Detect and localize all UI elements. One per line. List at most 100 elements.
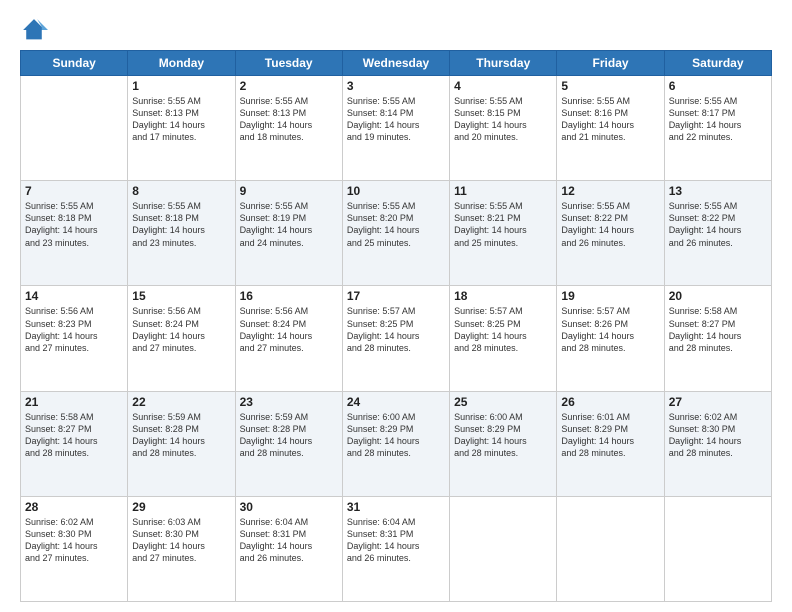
calendar-cell: 31 Sunrise: 6:04 AMSunset: 8:31 PMDayligh… [342,496,449,601]
cell-info: Sunrise: 5:57 AMSunset: 8:25 PMDaylight:… [347,305,445,354]
cell-info: Sunrise: 5:58 AMSunset: 8:27 PMDaylight:… [669,305,767,354]
cell-info: Sunrise: 5:55 AMSunset: 8:14 PMDaylight:… [347,95,445,144]
cell-info: Sunrise: 5:55 AMSunset: 8:16 PMDaylight:… [561,95,659,144]
calendar-week-row: 21 Sunrise: 5:58 AMSunset: 8:27 PMDayligh… [21,391,772,496]
calendar-cell: 21 Sunrise: 5:58 AMSunset: 8:27 PMDayligh… [21,391,128,496]
calendar-day-header: Saturday [664,51,771,76]
calendar-cell [450,496,557,601]
day-number: 25 [454,395,552,409]
calendar-cell: 27Sunrise: 6:02 AMSunset: 8:30 PMDayligh… [664,391,771,496]
day-number: 1 [132,79,230,93]
day-number: 9 [240,184,338,198]
day-number: 22 [132,395,230,409]
calendar-week-row: 14 Sunrise: 5:56 AMSunset: 8:23 PMDayligh… [21,286,772,391]
day-number: 30 [240,500,338,514]
day-number: 19 [561,289,659,303]
cell-info: Sunrise: 5:55 AMSunset: 8:17 PMDaylight:… [669,95,767,144]
calendar-cell: 2Sunrise: 5:55 AMSunset: 8:13 PMDaylight… [235,76,342,181]
cell-info: Sunrise: 5:55 AMSunset: 8:15 PMDaylight:… [454,95,552,144]
calendar-table: SundayMondayTuesdayWednesdayThursdayFrid… [20,50,772,602]
cell-info: Sunrise: 6:02 AMSunset: 8:30 PMDaylight:… [669,411,767,460]
calendar-day-header: Tuesday [235,51,342,76]
day-number: 31 [347,500,445,514]
calendar-cell: 7Sunrise: 5:55 AMSunset: 8:18 PMDaylight… [21,181,128,286]
day-number: 21 [25,395,123,409]
calendar-cell: 15 Sunrise: 5:56 AMSunset: 8:24 PMDayligh… [128,286,235,391]
day-number: 4 [454,79,552,93]
cell-info: Sunrise: 5:55 AMSunset: 8:21 PMDaylight:… [454,200,552,249]
calendar-cell: 16 Sunrise: 5:56 AMSunset: 8:24 PMDayligh… [235,286,342,391]
calendar-cell: 30 Sunrise: 6:04 AMSunset: 8:31 PMDayligh… [235,496,342,601]
calendar-cell: 28Sunrise: 6:02 AMSunset: 8:30 PMDayligh… [21,496,128,601]
cell-info: Sunrise: 5:55 AMSunset: 8:20 PMDaylight:… [347,200,445,249]
cell-info: Sunrise: 5:59 AMSunset: 8:28 PMDaylight:… [240,411,338,460]
day-number: 5 [561,79,659,93]
day-number: 15 [132,289,230,303]
cell-info: Sunrise: 5:57 AMSunset: 8:26 PMDaylight:… [561,305,659,354]
calendar-cell: 19 Sunrise: 5:57 AMSunset: 8:26 PMDayligh… [557,286,664,391]
calendar-cell: 8 Sunrise: 5:55 AMSunset: 8:18 PMDaylight… [128,181,235,286]
cell-info: Sunrise: 6:03 AMSunset: 8:30 PMDaylight:… [132,516,230,565]
calendar-day-header: Monday [128,51,235,76]
day-number: 18 [454,289,552,303]
day-number: 23 [240,395,338,409]
calendar-cell: 18Sunrise: 5:57 AMSunset: 8:25 PMDayligh… [450,286,557,391]
calendar-cell: 9 Sunrise: 5:55 AMSunset: 8:19 PMDaylight… [235,181,342,286]
calendar-cell: 29Sunrise: 6:03 AMSunset: 8:30 PMDayligh… [128,496,235,601]
calendar-cell: 26Sunrise: 6:01 AMSunset: 8:29 PMDayligh… [557,391,664,496]
cell-info: Sunrise: 5:55 AMSunset: 8:13 PMDaylight:… [132,95,230,144]
logo [20,16,52,44]
calendar-cell: 6 Sunrise: 5:55 AMSunset: 8:17 PMDaylight… [664,76,771,181]
calendar-day-header: Thursday [450,51,557,76]
calendar-day-header: Wednesday [342,51,449,76]
calendar-cell: 10 Sunrise: 5:55 AMSunset: 8:20 PMDayligh… [342,181,449,286]
page: SundayMondayTuesdayWednesdayThursdayFrid… [0,0,792,612]
logo-icon [20,16,48,44]
calendar-cell: 24 Sunrise: 6:00 AMSunset: 8:29 PMDayligh… [342,391,449,496]
cell-info: Sunrise: 6:04 AMSunset: 8:31 PMDaylight:… [240,516,338,565]
day-number: 13 [669,184,767,198]
header [20,16,772,44]
cell-info: Sunrise: 5:58 AMSunset: 8:27 PMDaylight:… [25,411,123,460]
day-number: 6 [669,79,767,93]
day-number: 24 [347,395,445,409]
day-number: 14 [25,289,123,303]
cell-info: Sunrise: 5:56 AMSunset: 8:24 PMDaylight:… [132,305,230,354]
calendar-week-row: 7Sunrise: 5:55 AMSunset: 8:18 PMDaylight… [21,181,772,286]
calendar-cell: 11 Sunrise: 5:55 AMSunset: 8:21 PMDayligh… [450,181,557,286]
day-number: 20 [669,289,767,303]
day-number: 10 [347,184,445,198]
day-number: 12 [561,184,659,198]
cell-info: Sunrise: 5:56 AMSunset: 8:24 PMDaylight:… [240,305,338,354]
day-number: 11 [454,184,552,198]
day-number: 3 [347,79,445,93]
calendar-cell: 20 Sunrise: 5:58 AMSunset: 8:27 PMDayligh… [664,286,771,391]
calendar-day-header: Friday [557,51,664,76]
cell-info: Sunrise: 5:55 AMSunset: 8:18 PMDaylight:… [25,200,123,249]
day-number: 17 [347,289,445,303]
calendar-cell: 4 Sunrise: 5:55 AMSunset: 8:15 PMDaylight… [450,76,557,181]
calendar-cell: 17 Sunrise: 5:57 AMSunset: 8:25 PMDayligh… [342,286,449,391]
calendar-week-row: 28Sunrise: 6:02 AMSunset: 8:30 PMDayligh… [21,496,772,601]
cell-info: Sunrise: 5:55 AMSunset: 8:22 PMDaylight:… [561,200,659,249]
cell-info: Sunrise: 5:55 AMSunset: 8:18 PMDaylight:… [132,200,230,249]
calendar-cell: 14 Sunrise: 5:56 AMSunset: 8:23 PMDayligh… [21,286,128,391]
day-number: 28 [25,500,123,514]
calendar-cell: 3 Sunrise: 5:55 AMSunset: 8:14 PMDaylight… [342,76,449,181]
day-number: 16 [240,289,338,303]
cell-info: Sunrise: 5:56 AMSunset: 8:23 PMDaylight:… [25,305,123,354]
calendar-cell: 5 Sunrise: 5:55 AMSunset: 8:16 PMDaylight… [557,76,664,181]
calendar-cell: 25 Sunrise: 6:00 AMSunset: 8:29 PMDayligh… [450,391,557,496]
cell-info: Sunrise: 6:00 AMSunset: 8:29 PMDaylight:… [454,411,552,460]
cell-info: Sunrise: 6:00 AMSunset: 8:29 PMDaylight:… [347,411,445,460]
calendar-cell: 23 Sunrise: 5:59 AMSunset: 8:28 PMDayligh… [235,391,342,496]
calendar-cell: 1 Sunrise: 5:55 AMSunset: 8:13 PMDaylight… [128,76,235,181]
calendar-cell [557,496,664,601]
day-number: 8 [132,184,230,198]
cell-info: Sunrise: 6:04 AMSunset: 8:31 PMDaylight:… [347,516,445,565]
cell-info: Sunrise: 5:55 AMSunset: 8:13 PMDaylight:… [240,95,338,144]
calendar-cell: 12 Sunrise: 5:55 AMSunset: 8:22 PMDayligh… [557,181,664,286]
cell-info: Sunrise: 5:55 AMSunset: 8:19 PMDaylight:… [240,200,338,249]
cell-info: Sunrise: 5:59 AMSunset: 8:28 PMDaylight:… [132,411,230,460]
calendar-day-header: Sunday [21,51,128,76]
